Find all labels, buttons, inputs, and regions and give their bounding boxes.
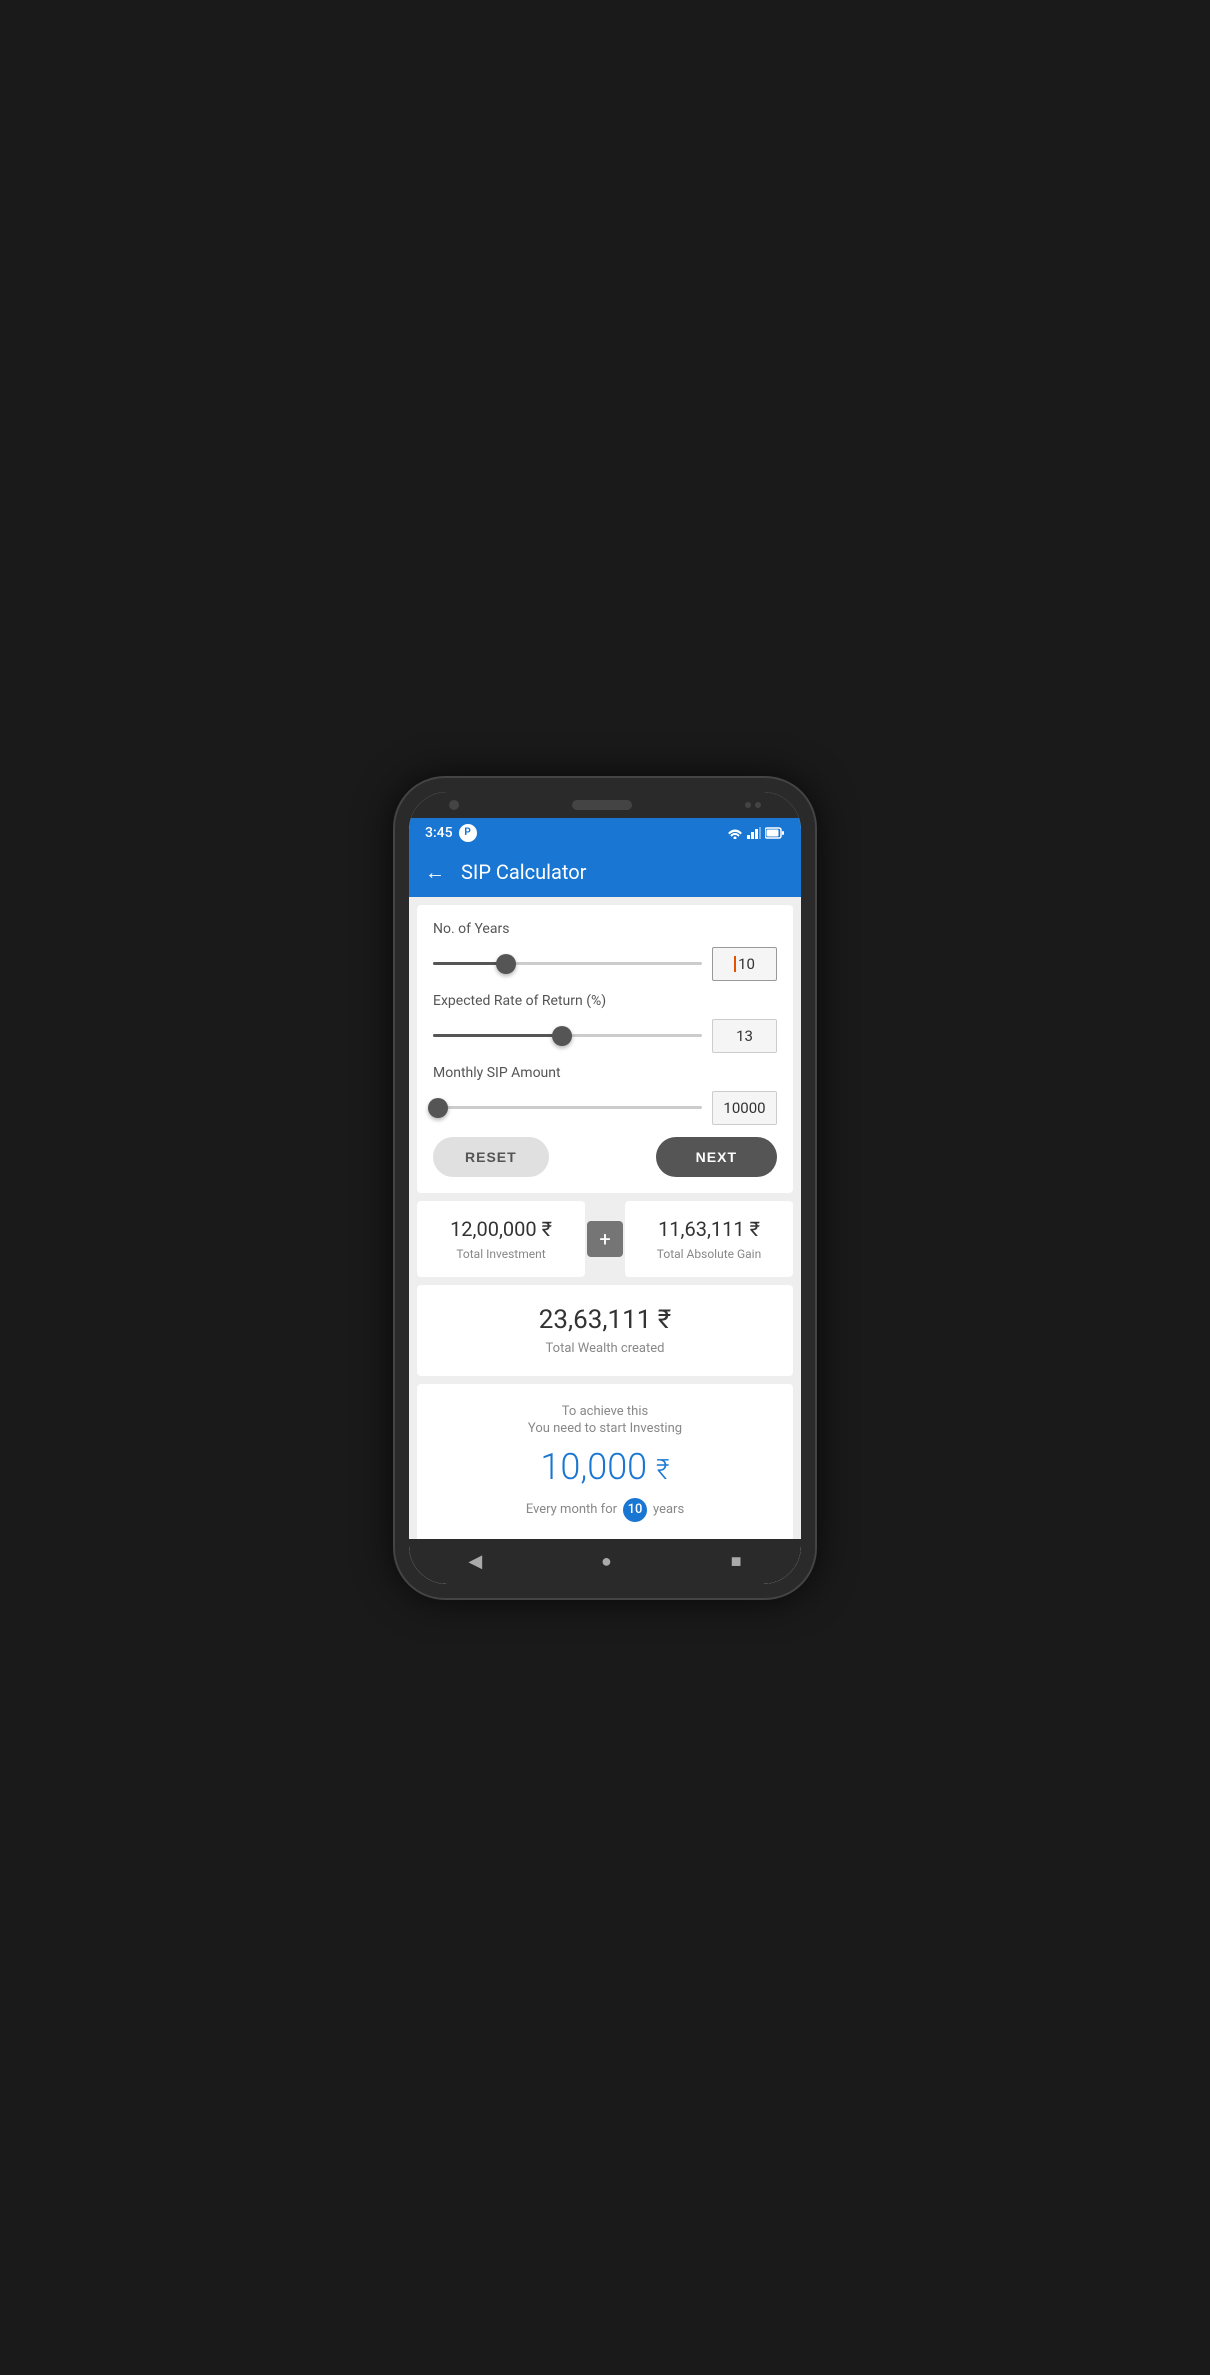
total-gain-label: Total Absolute Gain (637, 1247, 781, 1261)
phone-frame: 3:45 P (395, 778, 815, 1598)
sip-slider-container[interactable] (433, 1098, 702, 1118)
main-content: No. of Years 10 (409, 897, 801, 1539)
results-row: 12,00,000 ₹ Total Investment + 11,63,111… (417, 1201, 793, 1277)
achieve-amount-value: 10,000 (540, 1446, 647, 1488)
reset-button[interactable]: RESET (433, 1137, 549, 1177)
rate-slider-row: 13 (433, 1019, 777, 1053)
speaker-grill (572, 800, 632, 810)
sensor-dot-2 (755, 802, 761, 808)
rate-input-box[interactable]: 13 (712, 1019, 777, 1053)
years-label: No. of Years (433, 921, 777, 937)
nav-back-button[interactable]: ◀ (468, 1551, 482, 1572)
total-wealth-label: Total Wealth created (437, 1341, 773, 1356)
status-right (727, 827, 785, 839)
rate-label: Expected Rate of Return (%) (433, 993, 777, 1009)
rate-slider-fill (433, 1034, 562, 1037)
achieve-card: To achieve this You need to start Invest… (417, 1384, 793, 1539)
back-button[interactable]: ← (425, 860, 445, 885)
achieve-years-badge: 10 (623, 1498, 647, 1522)
buttons-row: RESET NEXT (433, 1137, 777, 1177)
achieve-currency: ₹ (656, 1453, 670, 1486)
total-wealth-amount: 23,63,111 ₹ (437, 1305, 773, 1335)
cursor-line (734, 956, 736, 972)
wifi-icon (727, 827, 743, 839)
total-investment-label: Total Investment (429, 1247, 573, 1261)
battery-icon (765, 827, 785, 839)
camera-dot (449, 800, 459, 810)
phone-top-decoration (409, 792, 801, 818)
rate-slider-track (433, 1034, 702, 1037)
rate-slider-container[interactable] (433, 1026, 702, 1046)
sip-label: Monthly SIP Amount (433, 1065, 777, 1081)
status-left: 3:45 P (425, 824, 477, 842)
nav-recent-button[interactable]: ■ (731, 1551, 742, 1572)
rate-slider-section: Expected Rate of Return (%) 13 (433, 993, 777, 1053)
status-time: 3:45 (425, 825, 453, 841)
sip-slider-row: 10000 (433, 1091, 777, 1125)
sip-slider-track (433, 1106, 702, 1109)
status-bar: 3:45 P (409, 818, 801, 848)
next-button[interactable]: NEXT (656, 1137, 777, 1177)
achieve-line1: To achieve this (437, 1404, 773, 1419)
years-slider-container[interactable] (433, 954, 702, 974)
bottom-navigation: ◀ ● ■ (409, 1539, 801, 1584)
sensor-dot (745, 802, 751, 808)
achieve-amount: 10,000 ₹ (437, 1446, 773, 1488)
total-gain-amount: 11,63,111 ₹ (637, 1217, 781, 1241)
sip-input-box[interactable]: 10000 (712, 1091, 777, 1125)
achieve-footer: Every month for 10 years (437, 1498, 773, 1522)
sip-value: 10000 (723, 1099, 765, 1117)
achieve-footer-suffix: years (653, 1502, 684, 1517)
phone-screen: 3:45 P (409, 792, 801, 1584)
years-slider-thumb[interactable] (496, 954, 516, 974)
achieve-line2: You need to start Investing (437, 1421, 773, 1436)
achieve-footer-prefix: Every month for (526, 1502, 617, 1517)
sip-slider-thumb[interactable] (428, 1098, 448, 1118)
years-input-box[interactable]: 10 (712, 947, 777, 981)
total-investment-card: 12,00,000 ₹ Total Investment (417, 1201, 585, 1277)
app-title: SIP Calculator (461, 860, 586, 884)
total-investment-amount: 12,00,000 ₹ (429, 1217, 573, 1241)
total-gain-card: 11,63,111 ₹ Total Absolute Gain (625, 1201, 793, 1277)
calculator-card: No. of Years 10 (417, 905, 793, 1193)
years-slider-track (433, 962, 702, 965)
signal-icon (747, 827, 761, 839)
rate-slider-thumb[interactable] (552, 1026, 572, 1046)
app-bar: ← SIP Calculator (409, 848, 801, 897)
rate-value: 13 (736, 1027, 753, 1045)
nav-home-button[interactable]: ● (601, 1551, 612, 1572)
pocket-casts-icon: P (459, 824, 477, 842)
sip-slider-section: Monthly SIP Amount 10000 (433, 1065, 777, 1125)
years-slider-section: No. of Years 10 (433, 921, 777, 981)
plus-icon: + (587, 1221, 623, 1257)
total-wealth-card: 23,63,111 ₹ Total Wealth created (417, 1285, 793, 1376)
years-value: 10 (738, 955, 755, 973)
years-slider-row: 10 (433, 947, 777, 981)
